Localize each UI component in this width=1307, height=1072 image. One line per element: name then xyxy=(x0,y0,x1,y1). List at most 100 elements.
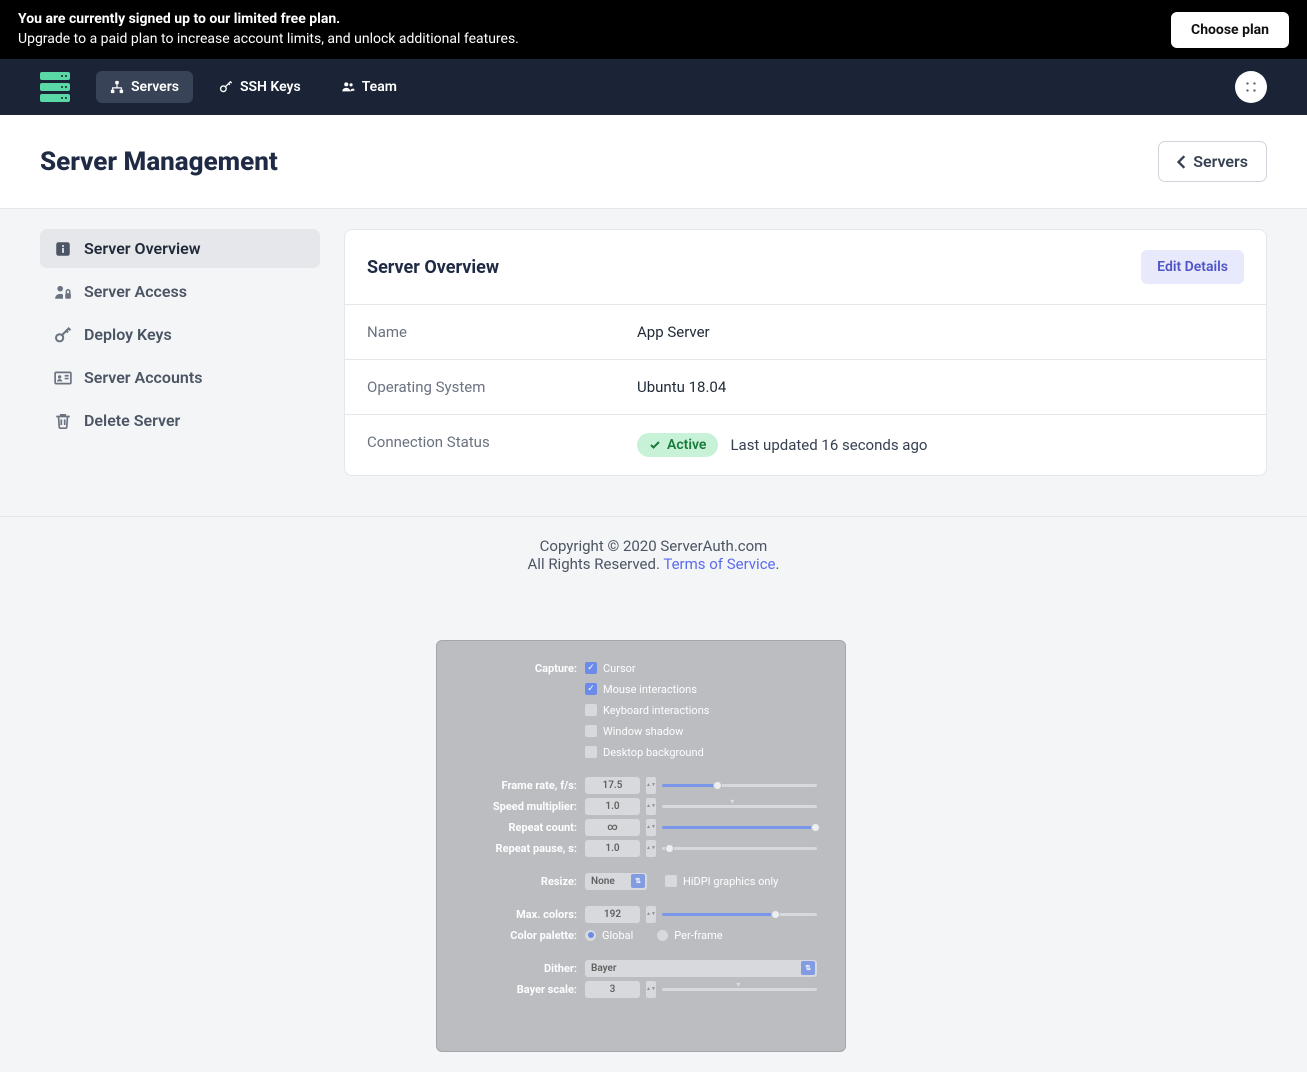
opt-desktop: Desktop background xyxy=(603,746,704,759)
nav-label: Team xyxy=(362,79,397,95)
last-updated: Last updated 16 seconds ago xyxy=(730,436,927,454)
palette-label: Color palette: xyxy=(465,929,585,942)
label-os: Operating System xyxy=(367,378,637,396)
maxcolors-input[interactable]: 192 xyxy=(585,906,640,923)
choose-plan-button[interactable]: Choose plan xyxy=(1171,12,1289,48)
sitemap-icon xyxy=(110,80,124,94)
opt-mouse: Mouse interactions xyxy=(603,683,697,696)
overview-panel: Server Overview Edit Details Name App Se… xyxy=(344,229,1267,476)
user-lock-icon xyxy=(54,283,72,301)
footer-rights: All Rights Reserved. xyxy=(528,555,664,573)
maxcolors-stepper[interactable]: ▲▼ xyxy=(646,906,656,923)
trash-icon xyxy=(54,412,72,430)
radio-perframe[interactable] xyxy=(657,930,668,941)
speed-stepper[interactable]: ▲▼ xyxy=(646,798,656,815)
nav-team[interactable]: Team xyxy=(327,71,411,103)
pause-input[interactable]: 1.0 xyxy=(585,840,640,857)
top-nav: Servers SSH Keys Team xyxy=(0,59,1307,115)
banner-text: You are currently signed up to our limit… xyxy=(18,10,519,49)
back-label: Servers xyxy=(1193,152,1248,171)
sidenav-server-overview[interactable]: Server Overview xyxy=(40,229,320,268)
speed-slider[interactable]: ▾ xyxy=(662,805,817,808)
maxcolors-slider[interactable] xyxy=(662,913,817,916)
maxcolors-label: Max. colors: xyxy=(465,908,585,921)
capture-label: Capture: xyxy=(465,662,585,675)
panel-header: Server Overview Edit Details xyxy=(345,230,1266,305)
row-os: Operating System Ubuntu 18.04 xyxy=(345,360,1266,415)
bayer-stepper[interactable]: ▲▼ xyxy=(646,981,656,998)
checkbox-shadow[interactable] xyxy=(585,725,597,737)
footer: Copyright © 2020 ServerAuth.com All Righ… xyxy=(0,516,1307,593)
footer-rights-line: All Rights Reserved. Terms of Service. xyxy=(20,555,1287,573)
nav-servers[interactable]: Servers xyxy=(96,71,193,103)
bayer-slider[interactable]: ▾ xyxy=(662,988,817,991)
hidpi-label: HiDPI graphics only xyxy=(683,875,778,888)
dither-select[interactable]: Bayer⇅ xyxy=(585,960,817,977)
footer-dot: . xyxy=(776,555,780,573)
banner-line2: Upgrade to a paid plan to increase accou… xyxy=(18,30,519,50)
sidenav-label: Delete Server xyxy=(84,411,180,430)
checkbox-mouse[interactable]: ✓ xyxy=(585,683,597,695)
checkbox-hidpi[interactable] xyxy=(665,875,677,887)
panel-title: Server Overview xyxy=(367,257,499,278)
resize-label: Resize: xyxy=(465,875,585,888)
sidenav-delete-server[interactable]: Delete Server xyxy=(40,401,320,440)
edit-details-button[interactable]: Edit Details xyxy=(1141,250,1244,284)
repeat-stepper[interactable]: ▲▼ xyxy=(646,819,656,836)
pause-stepper[interactable]: ▲▼ xyxy=(646,840,656,857)
nav-label: Servers xyxy=(131,79,179,95)
sidenav-server-accounts[interactable]: Server Accounts xyxy=(40,358,320,397)
framerate-slider[interactable] xyxy=(662,784,817,787)
status-badge: Active xyxy=(637,433,718,457)
pause-slider[interactable] xyxy=(662,847,817,850)
radio-global[interactable] xyxy=(585,930,596,941)
users-icon xyxy=(341,80,355,94)
chevron-left-icon xyxy=(1177,155,1187,169)
sidenav-deploy-keys[interactable]: Deploy Keys xyxy=(40,315,320,354)
page-title: Server Management xyxy=(40,147,278,177)
framerate-input[interactable]: 17.5 xyxy=(585,777,640,794)
framerate-stepper[interactable]: ▲▼ xyxy=(646,777,656,794)
row-name: Name App Server xyxy=(345,305,1266,360)
label-connection: Connection Status xyxy=(367,433,637,457)
nav-label: SSH Keys xyxy=(240,79,301,95)
capture-settings-panel: Capture: ✓ Cursor ✓ Mouse interactions Key… xyxy=(436,640,846,1052)
resize-select[interactable]: None⇅ xyxy=(585,873,647,890)
key-icon xyxy=(219,80,233,94)
repeat-slider[interactable] xyxy=(662,826,817,829)
sidenav-server-access[interactable]: Server Access xyxy=(40,272,320,311)
bayer-label: Bayer scale: xyxy=(465,983,585,996)
speed-input[interactable]: 1.0 xyxy=(585,798,640,815)
servers-back-button[interactable]: Servers xyxy=(1158,141,1267,182)
checkbox-cursor[interactable]: ✓ xyxy=(585,662,597,674)
user-avatar[interactable] xyxy=(1235,71,1267,103)
sidenav-label: Server Access xyxy=(84,282,187,301)
row-connection: Connection Status Active Last updated 16… xyxy=(345,415,1266,475)
dither-label: Dither: xyxy=(465,962,585,975)
opt-global: Global xyxy=(602,929,633,942)
repeat-input[interactable]: ∞ xyxy=(585,819,640,836)
speed-label: Speed multiplier: xyxy=(465,800,585,813)
check-icon xyxy=(649,439,661,451)
sidenav-label: Deploy Keys xyxy=(84,325,172,344)
pause-label: Repeat pause, s: xyxy=(465,842,585,855)
checkbox-desktop[interactable] xyxy=(585,746,597,758)
logo-icon[interactable] xyxy=(40,72,70,102)
banner-line1: You are currently signed up to our limit… xyxy=(18,10,519,30)
opt-perframe: Per-frame xyxy=(674,929,722,942)
nav-ssh-keys[interactable]: SSH Keys xyxy=(205,71,315,103)
bayer-input[interactable]: 3 xyxy=(585,981,640,998)
upgrade-banner: You are currently signed up to our limit… xyxy=(0,0,1307,59)
repeat-label: Repeat count: xyxy=(465,821,585,834)
status-text: Active xyxy=(667,437,706,453)
tos-link[interactable]: Terms of Service xyxy=(663,555,775,573)
key-icon xyxy=(54,326,72,344)
opt-cursor: Cursor xyxy=(603,662,636,675)
label-name: Name xyxy=(367,323,637,341)
page-header: Server Management Servers xyxy=(0,115,1307,209)
chevron-updown-icon: ⇅ xyxy=(801,961,815,975)
checkbox-keyboard[interactable] xyxy=(585,704,597,716)
opt-keyboard: Keyboard interactions xyxy=(603,704,709,717)
info-square-icon xyxy=(54,240,72,258)
value-connection: Active Last updated 16 seconds ago xyxy=(637,433,927,457)
